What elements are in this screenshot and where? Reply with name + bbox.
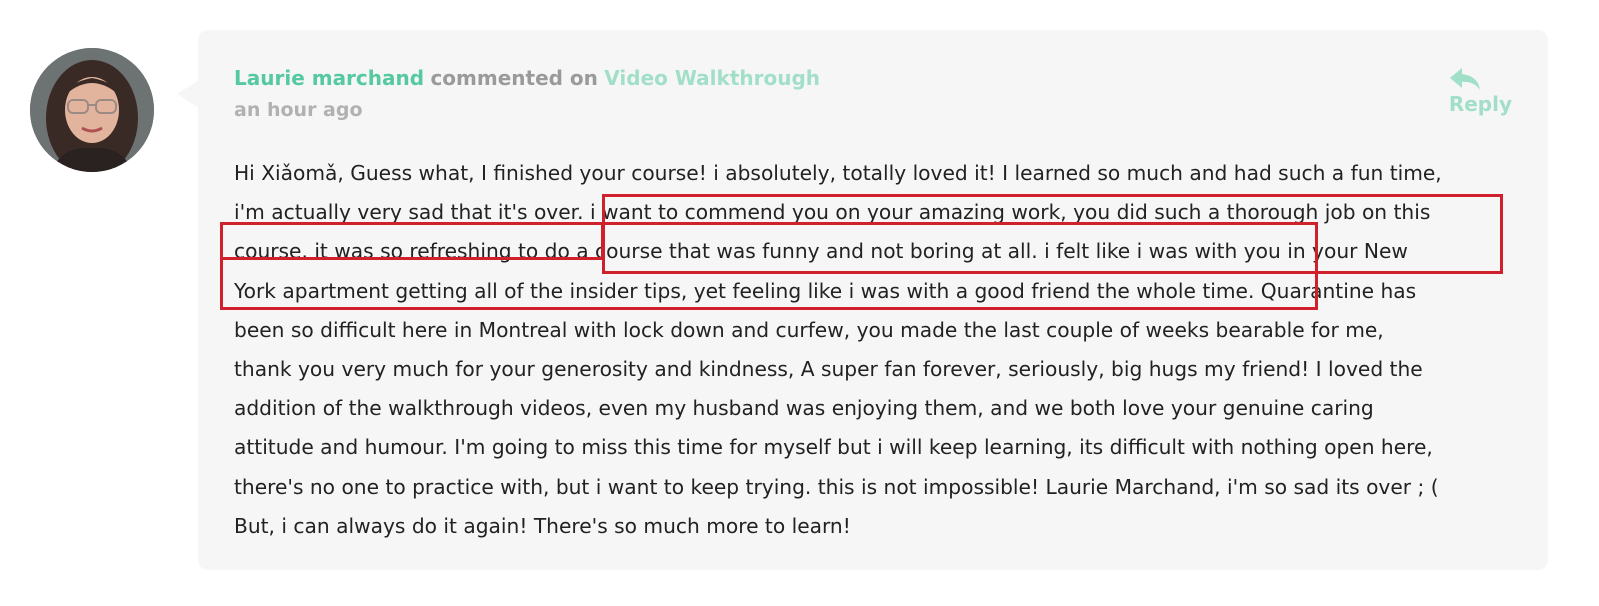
comment-header: Laurie marchand commented on Video Walkt… bbox=[234, 66, 820, 90]
comment-card: Laurie marchand commented on Video Walkt… bbox=[198, 30, 1548, 570]
comment-line: course. it was so refreshing to do a cou… bbox=[234, 239, 1408, 264]
comment-line: attitude and humour. I'm going to miss t… bbox=[234, 435, 1433, 460]
target-link[interactable]: Video Walkthrough bbox=[604, 66, 820, 90]
comment-line: addition of the walkthrough videos, even… bbox=[234, 396, 1374, 421]
comment-verb: commented on bbox=[430, 66, 598, 90]
timestamp: an hour ago bbox=[234, 99, 363, 121]
comment-line: thank you very much for your generosity … bbox=[234, 357, 1423, 382]
author-link[interactable]: Laurie marchand bbox=[234, 66, 424, 90]
comment-line: been so difficult here in Montreal with … bbox=[234, 317, 1384, 342]
comment-body: Hi Xiǎomǎ, Guess what, I finished your c… bbox=[234, 154, 1516, 546]
bubble-tail bbox=[177, 80, 199, 108]
reply-arrow-icon bbox=[1450, 68, 1480, 90]
comment-line: there's no one to practice with, but i w… bbox=[234, 474, 1439, 499]
avatar[interactable] bbox=[30, 48, 154, 172]
comment-line: But, i can always do it again! There's s… bbox=[234, 513, 851, 538]
comment-thread: Laurie marchand commented on Video Walkt… bbox=[0, 0, 1599, 606]
comment-line: i'm actually very sad that it's over. i … bbox=[234, 200, 1431, 225]
comment-line: Hi Xiǎomǎ, Guess what, I finished your c… bbox=[234, 161, 1442, 185]
reply-button[interactable]: Reply bbox=[1432, 66, 1512, 116]
reply-label: Reply bbox=[1448, 92, 1512, 116]
user-avatar-icon bbox=[30, 48, 154, 172]
comment-line: York apartment getting all of the inside… bbox=[234, 278, 1417, 303]
